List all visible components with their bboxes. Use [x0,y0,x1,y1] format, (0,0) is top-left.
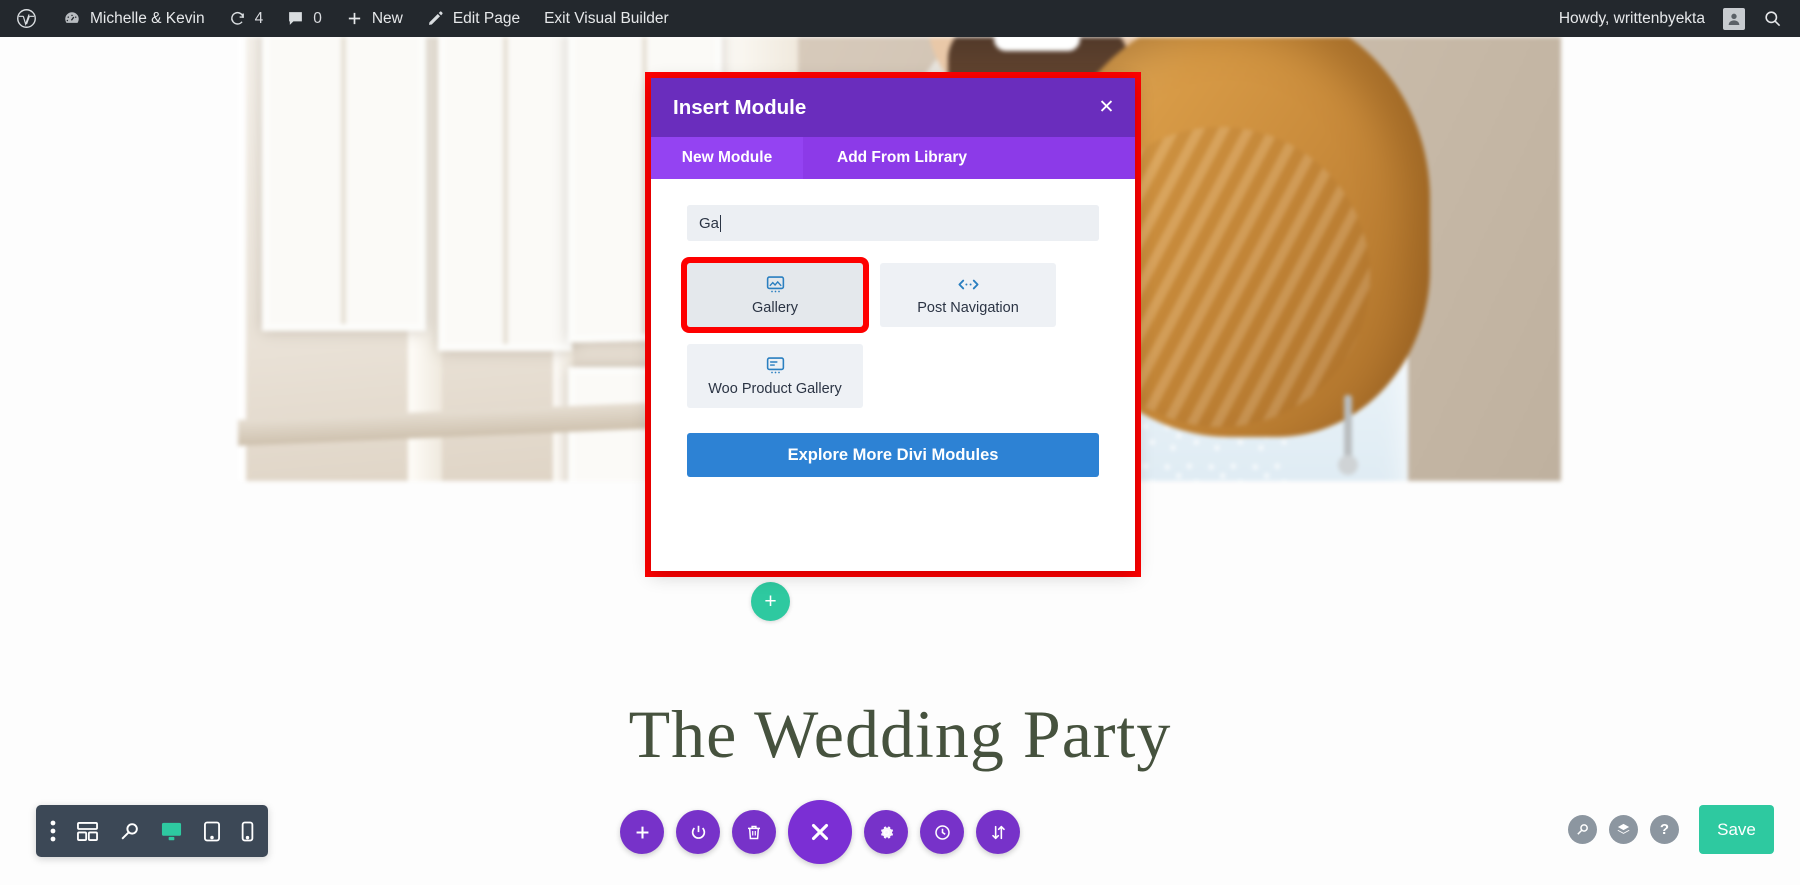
comment-bubble-icon [287,10,304,27]
tab-add-from-library[interactable]: Add From Library [803,137,1002,179]
tab-new-module[interactable]: New Module [651,137,803,179]
tablet-icon[interactable] [203,821,221,842]
page-settings-button[interactable] [864,810,908,854]
exit-visual-builder-button[interactable]: Exit Visual Builder [532,0,681,37]
close-icon[interactable] [1098,97,1115,118]
site-name-button[interactable]: Michelle & Kevin [51,0,217,37]
updates-icon [229,10,246,27]
updates-button[interactable]: 4 [217,0,276,37]
wireframe-icon[interactable] [76,821,99,842]
modal-title: Insert Module [673,95,807,119]
zoom-icon [1577,824,1588,835]
help-question-icon: ? [1659,821,1670,838]
save-button[interactable]: Save [1699,805,1774,854]
admin-search-button[interactable] [1749,0,1790,37]
module-search-input[interactable] [687,205,1099,241]
module-card-post-navigation[interactable]: Post Navigation [880,263,1056,327]
modal-header: Insert Module [651,78,1135,137]
layers-view-button[interactable] [1609,815,1638,844]
builder-main-toolbar [620,800,1020,864]
close-x-icon [811,823,829,841]
plus-icon [346,10,363,27]
layers-icon [1617,823,1630,834]
comments-button[interactable]: 0 [275,0,334,37]
zoom-out-icon[interactable] [119,821,140,842]
phone-icon[interactable] [241,821,254,842]
vertical-dots-icon[interactable] [50,820,56,842]
wordpress-logo-icon [16,8,37,29]
portability-button[interactable] [976,810,1020,854]
gear-icon [880,825,893,839]
clear-layout-button[interactable] [732,810,776,854]
module-search-wrapper: Ga [687,205,1099,241]
comments-count: 0 [313,9,322,27]
zoom-control-button[interactable] [1568,815,1597,844]
module-card-label: Post Navigation [917,300,1019,316]
plus-icon: + [764,590,777,613]
new-content-button[interactable]: New [334,0,415,37]
plus-icon [636,826,648,838]
image-gallery-icon [765,274,786,295]
edit-page-button[interactable]: Edit Page [415,0,532,37]
power-icon [691,825,705,839]
toggle-builder-button[interactable] [676,810,720,854]
desktop-icon[interactable] [160,821,183,842]
module-card-gallery[interactable]: Gallery [687,263,863,327]
history-clock-icon [934,824,950,840]
prev-next-arrows-icon [957,274,980,295]
help-button[interactable]: ? [1650,815,1679,844]
new-content-label: New [371,9,403,27]
product-gallery-icon [765,355,786,376]
portability-arrows-icon [991,825,1005,839]
updates-count: 4 [254,9,264,27]
site-name-label: Michelle & Kevin [90,9,205,27]
exit-visual-builder-label: Exit Visual Builder [544,9,669,27]
insert-module-modal: Insert Module New Module Add From Librar… [651,78,1135,571]
howdy-label: Howdy, writtenbyekta [1558,9,1705,27]
module-card-woo-product-gallery[interactable]: Woo Product Gallery [687,344,863,408]
pencil-icon [427,10,444,27]
module-card-label: Gallery [752,300,798,316]
search-icon [1763,9,1782,28]
view-mode-toolbar [36,805,268,857]
explore-more-divi-modules-button[interactable]: Explore More Divi Modules [687,433,1099,477]
page-heading: The Wedding Party [628,696,1172,772]
modal-body: Ga Gallery Post Navigation Woo Product G… [651,179,1135,477]
add-section-button[interactable] [620,810,664,854]
editing-history-button[interactable] [920,810,964,854]
add-row-button[interactable]: + [751,582,790,621]
trash-icon [748,825,760,839]
builder-right-controls: ? Save [1568,805,1774,854]
edit-page-label: Edit Page [452,9,521,27]
close-menu-button[interactable] [788,800,852,864]
module-results-grid: Gallery Post Navigation Woo Product Gall… [687,263,1099,408]
module-card-label: Woo Product Gallery [708,381,842,397]
howdy-account-button[interactable]: Howdy, writtenbyekta [1547,0,1749,37]
wordpress-logo-button[interactable] [0,0,51,37]
user-avatar-icon [1723,7,1745,30]
wp-admin-bar: Michelle & Kevin 4 0 New Edit Page Exit … [0,0,1800,37]
dashboard-icon [63,10,81,28]
modal-tabs: New Module Add From Library [651,137,1135,179]
